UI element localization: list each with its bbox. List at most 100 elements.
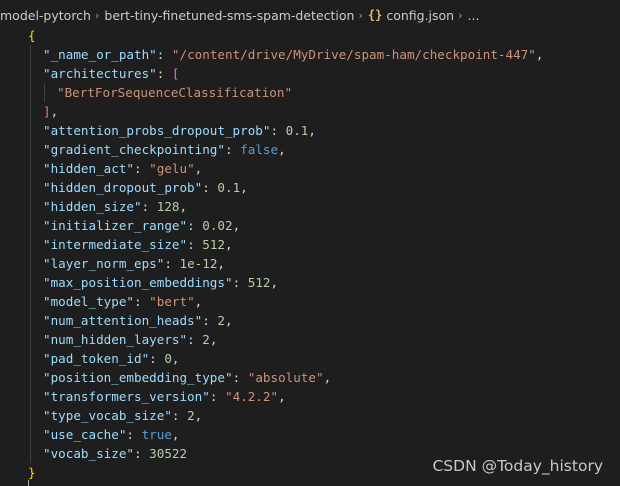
json-number-value: 128 [156, 199, 180, 214]
json-file-icon: {} [367, 8, 383, 22]
indent-guide [30, 178, 31, 197]
code-line: "pad_token_id": 0, [0, 349, 620, 368]
json-key: "hidden_size" [43, 199, 142, 214]
json-key: "gradient_checkpointing" [43, 142, 225, 157]
config-entries: "attention_probs_dropout_prob": 0.1, "gra… [0, 121, 620, 463]
json-key: "use_cache" [43, 427, 127, 442]
json-key: "intermediate_size" [43, 237, 188, 252]
json-number-value: 0.1 [285, 123, 309, 138]
indent-guide [30, 425, 31, 444]
indent-guide [30, 292, 31, 311]
text-cursor [28, 480, 29, 486]
json-key: "type_vocab_size" [43, 408, 172, 423]
json-string-value: "gelu" [149, 161, 195, 176]
json-key: "initializer_range" [43, 218, 188, 233]
json-number-value: 2 [187, 408, 195, 423]
chevron-right-icon: › [358, 8, 363, 22]
json-key: "hidden_act" [43, 161, 134, 176]
indent-guide [44, 83, 45, 102]
json-number-value: 1e-12 [179, 256, 218, 271]
json-number-value: 0.1 [217, 180, 241, 195]
json-keyword-value: false [240, 142, 279, 157]
indent-guide [30, 273, 31, 292]
json-key: "architectures" [43, 66, 157, 81]
indent-guide [30, 102, 31, 121]
json-string-value: "BertForSequenceClassification" [57, 85, 293, 100]
indent-guide [30, 83, 31, 102]
json-string-value: "absolute" [247, 370, 324, 385]
code-line: "layer_norm_eps": 1e-12, [0, 254, 620, 273]
code-line: "BertForSequenceClassification" [0, 83, 620, 102]
breadcrumb-item-subfolder[interactable]: bert-tiny-finetuned-sms-spam-detection [104, 8, 354, 23]
json-key: "transformers_version" [43, 389, 210, 404]
indent-guide [30, 349, 31, 368]
json-key: "pad_token_id" [43, 351, 150, 366]
code-line: "hidden_dropout_prob": 0.1, [0, 178, 620, 197]
code-line: "attention_probs_dropout_prob": 0.1, [0, 121, 620, 140]
json-number-value: 0.02 [202, 218, 233, 233]
json-number-value: 512 [247, 275, 271, 290]
close-brace: } [28, 465, 36, 480]
indent-guide [30, 444, 31, 463]
json-key: "hidden_dropout_prob" [43, 180, 203, 195]
json-number-value: 0 [164, 351, 172, 366]
code-line: "intermediate_size": 512, [0, 235, 620, 254]
code-line: "num_attention_heads": 2, [0, 311, 620, 330]
json-key: "vocab_size" [43, 446, 134, 461]
indent-guide [30, 311, 31, 330]
indent-guide [30, 387, 31, 406]
indent-guide [30, 368, 31, 387]
indent-guide [30, 140, 31, 159]
json-number-value: 30522 [149, 446, 188, 461]
json-number-value: 2 [202, 332, 210, 347]
code-line: ], [0, 102, 620, 121]
json-string-value: "bert" [149, 294, 195, 309]
code-line: "max_position_embeddings": 512, [0, 273, 620, 292]
json-key: "max_position_embeddings" [43, 275, 233, 290]
chevron-right-icon: › [94, 8, 100, 22]
code-line: "model_type": "bert", [0, 292, 620, 311]
code-line: "num_hidden_layers": 2, [0, 330, 620, 349]
code-line: "type_vocab_size": 2, [0, 406, 620, 425]
indent-guide [30, 159, 31, 178]
json-string-value: "4.2.2" [224, 389, 279, 404]
indent-guide [30, 45, 31, 64]
breadcrumb-item-symbols[interactable]: ... [468, 8, 480, 23]
watermark: CSDN @Today_history [432, 457, 603, 475]
indent-guide [30, 197, 31, 216]
code-line: "_name_or_path": "/content/drive/MyDrive… [0, 45, 620, 64]
indent-guide [30, 121, 31, 140]
indent-guide [30, 216, 31, 235]
code-line: "position_embedding_type": "absolute", [0, 368, 620, 387]
indent-guide [30, 235, 31, 254]
code-line: "architectures": [ [0, 64, 620, 83]
close-bracket: ] [43, 104, 51, 119]
code-line: "transformers_version": "4.2.2", [0, 387, 620, 406]
code-line: "hidden_size": 128, [0, 197, 620, 216]
code-line: "use_cache": true, [0, 425, 620, 444]
open-bracket: [ [171, 66, 180, 81]
json-key: "attention_probs_dropout_prob" [43, 123, 271, 138]
indent-guide [30, 330, 31, 349]
indent-guide [30, 406, 31, 425]
breadcrumb-item-folder[interactable]: model-pytorch [0, 8, 91, 23]
json-key: "num_attention_heads" [43, 313, 203, 328]
json-key: "num_hidden_layers" [43, 332, 188, 347]
open-brace: { [28, 28, 36, 43]
json-string-value: "/content/drive/MyDrive/spam-ham/checkpo… [171, 47, 536, 62]
code-editor: model-pytorch › bert-tiny-finetuned-sms-… [0, 0, 620, 486]
indent-guide [30, 64, 31, 83]
json-number-value: 2 [217, 313, 225, 328]
code-line: "gradient_checkpointing": false, [0, 140, 620, 159]
json-key: "layer_norm_eps" [43, 256, 165, 271]
indent-guide [30, 254, 31, 273]
breadcrumb-item-file[interactable]: config.json [386, 8, 454, 23]
chevron-right-icon: › [458, 8, 463, 22]
code-area[interactable]: { "_name_or_path": "/content/drive/MyDri… [0, 26, 620, 482]
json-key: "_name_or_path" [43, 47, 157, 62]
json-number-value: 512 [202, 237, 225, 252]
code-line: "hidden_act": "gelu", [0, 159, 620, 178]
json-key: "position_embedding_type" [43, 370, 233, 385]
json-keyword-value: true [141, 427, 172, 442]
code-line: { [0, 26, 620, 45]
